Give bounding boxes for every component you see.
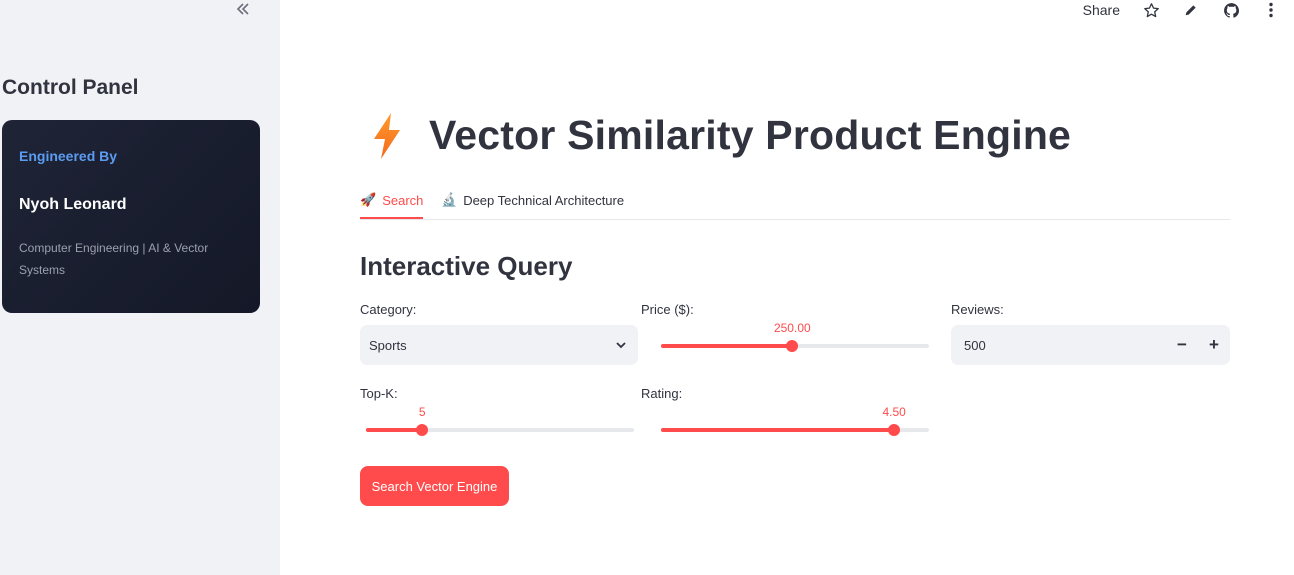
sidebar-title: Control Panel [2, 76, 139, 99]
tab-search[interactable]: 🚀 Search [360, 192, 423, 208]
price-label: Price ($): [641, 302, 694, 317]
page-title: Vector Similarity Product Engine [429, 112, 1072, 158]
author-card: Engineered By Nyoh Leonard Computer Engi… [2, 120, 260, 313]
share-button[interactable]: Share [1083, 2, 1120, 18]
tab-bar: 🚀 Search 🔬 Deep Technical Architecture [360, 190, 1230, 220]
more-vertical-icon[interactable] [1262, 1, 1280, 19]
category-value: Sports [369, 338, 407, 353]
increment-button[interactable]: + [1204, 335, 1224, 355]
slider-fill [366, 428, 423, 432]
tab-architecture[interactable]: 🔬 Deep Technical Architecture [441, 192, 624, 208]
slider-fill [661, 428, 895, 432]
sidebar: Control Panel Engineered By Nyoh Leonard… [0, 0, 280, 575]
lightning-bolt-icon [374, 112, 400, 159]
rating-slider[interactable]: 4.50 [661, 405, 929, 439]
category-select[interactable]: Sports [360, 325, 638, 365]
star-icon[interactable] [1142, 1, 1160, 19]
github-icon[interactable] [1222, 1, 1240, 19]
slider-thumb[interactable] [888, 424, 901, 436]
search-vector-engine-button[interactable]: Search Vector Engine [360, 466, 509, 506]
slider-thumb[interactable] [416, 424, 429, 436]
price-slider[interactable]: 250.00 [661, 321, 929, 355]
top-toolbar: Share [1083, 0, 1280, 20]
engineered-by-label: Engineered By [19, 148, 118, 164]
author-description: Computer Engineering | AI & Vector Syste… [19, 241, 209, 277]
tab-architecture-label: Deep Technical Architecture [463, 192, 625, 208]
reviews-value: 500 [964, 338, 986, 353]
chevron-down-icon [616, 342, 626, 349]
section-title: Interactive Query [360, 251, 573, 281]
header: Vector Similarity Product Engine [372, 112, 1071, 159]
microscope-icon: 🔬 [441, 192, 458, 207]
topk-label: Top-K: [360, 386, 398, 401]
topk-value: 5 [418, 405, 426, 419]
slider-fill [661, 344, 793, 348]
price-value: 250.00 [773, 321, 811, 335]
reviews-label: Reviews: [951, 302, 1004, 317]
reviews-number-input[interactable]: 500 − + [951, 325, 1230, 365]
tab-search-label: Search [382, 192, 424, 208]
double-chevron-left-icon[interactable] [234, 0, 252, 18]
topk-slider[interactable]: 5 [366, 405, 634, 439]
author-name: Nyoh Leonard [19, 196, 127, 213]
rating-value: 4.50 [882, 405, 906, 419]
active-tab-indicator [360, 217, 423, 219]
decrement-button[interactable]: − [1172, 335, 1192, 355]
rating-label: Rating: [641, 386, 683, 401]
rocket-icon: 🚀 [360, 192, 377, 207]
category-label: Category: [360, 302, 417, 317]
pencil-icon[interactable] [1182, 1, 1200, 19]
slider-thumb[interactable] [786, 340, 799, 352]
